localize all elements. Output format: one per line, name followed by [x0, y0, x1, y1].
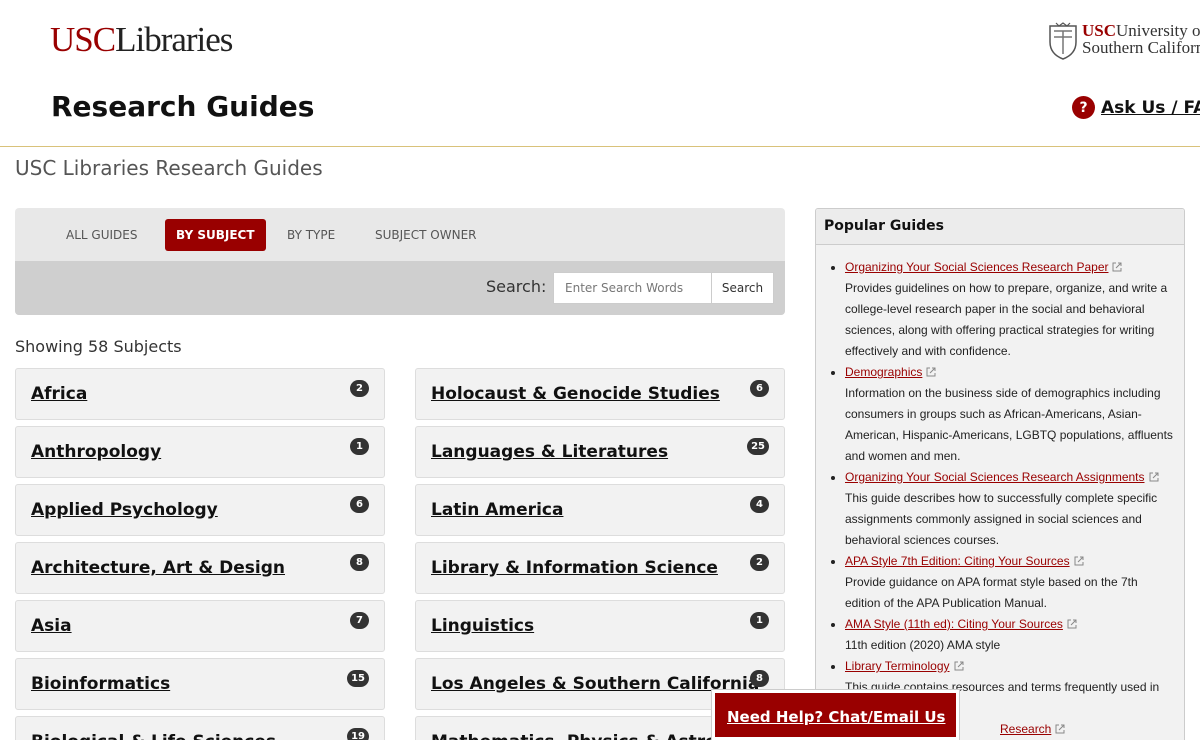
external-link-icon: [1067, 619, 1077, 629]
popular-guides-heading: Popular Guides: [816, 209, 1184, 245]
list-item: Organizing Your Social Sciences Research…: [845, 257, 1174, 362]
external-link-icon: [954, 661, 963, 671]
guide-description: Provides guidelines on how to prepare, o…: [845, 281, 1168, 358]
results-count: Showing 58 Subjects: [15, 337, 182, 356]
guide-count-badge: 8: [750, 670, 769, 687]
subject-card[interactable]: Latin America 4: [415, 484, 785, 536]
external-link-icon: [1074, 556, 1084, 566]
subject-link[interactable]: Latin America: [431, 500, 563, 520]
subject-column-right: Holocaust & Genocide Studies 6 Languages …: [415, 368, 785, 740]
search-bar: Search: Search: [15, 261, 785, 315]
subject-card[interactable]: Languages & Literatures 25: [415, 426, 785, 478]
search-input[interactable]: [553, 272, 712, 304]
guide-description: 11th edition (2020) AMA style: [845, 638, 1001, 652]
subject-link[interactable]: Asia: [31, 616, 72, 636]
subject-link[interactable]: Library & Information Science: [431, 558, 718, 578]
subject-link[interactable]: Biological & Life Sciences: [31, 732, 276, 740]
guide-count-badge: 2: [750, 554, 769, 571]
search-label: Search:: [486, 277, 547, 296]
subject-link[interactable]: Holocaust & Genocide Studies: [431, 384, 720, 404]
chat-email-link[interactable]: Need Help? Chat/Email Us: [727, 708, 945, 726]
subject-column-left: Africa 2 Anthropology 1 Applied Psychology…: [15, 368, 385, 740]
subject-card[interactable]: Asia 7: [15, 600, 385, 652]
tab-by-type[interactable]: BY TYPE: [276, 219, 346, 251]
guide-count-badge: 6: [750, 380, 769, 397]
usc-libraries-logo[interactable]: USCLibraries: [50, 20, 233, 60]
subject-link[interactable]: Los Angeles & Southern California: [431, 674, 759, 694]
tab-bar: ALL GUIDES BY SUBJECT BY TYPE SUBJECT OW…: [15, 208, 785, 261]
subject-card[interactable]: Anthropology 1: [15, 426, 385, 478]
list-item: Organizing Your Social Sciences Research…: [845, 467, 1174, 551]
guide-description: Provide guidance on APA format style bas…: [845, 575, 1138, 610]
guide-count-badge: 25: [747, 438, 769, 455]
subject-link[interactable]: Architecture, Art & Design: [31, 558, 285, 578]
external-link-icon: [1112, 262, 1122, 272]
subject-link[interactable]: Languages & Literatures: [431, 442, 668, 462]
question-circle-icon: ?: [1072, 96, 1095, 119]
guide-count-badge: 8: [350, 554, 369, 571]
guide-count-badge: 7: [350, 612, 369, 629]
guide-count-badge: 1: [350, 438, 369, 455]
univ-line2: Southern California: [1082, 38, 1200, 57]
subject-card[interactable]: Biological & Life Sciences 19: [15, 716, 385, 740]
external-link-icon: [1149, 472, 1158, 482]
popular-guides-panel: Popular Guides Organizing Your Social Sc…: [815, 208, 1185, 740]
subject-link[interactable]: Linguistics: [431, 616, 534, 636]
ask-us-label[interactable]: Ask Us / FAQ: [1101, 98, 1200, 118]
subject-card[interactable]: Holocaust & Genocide Studies 6: [415, 368, 785, 420]
search-button[interactable]: Search: [711, 272, 774, 304]
subject-card[interactable]: Library & Information Science 2: [415, 542, 785, 594]
external-link-icon: [1055, 724, 1065, 734]
external-link-icon: [926, 367, 936, 377]
list-item: APA Style 7th Edition: Citing Your Sourc…: [845, 551, 1174, 614]
chat-help-widget[interactable]: Need Help? Chat/Email Us: [711, 689, 960, 740]
logo-usc: USC: [50, 20, 116, 59]
tab-all-guides[interactable]: ALL GUIDES: [55, 219, 148, 251]
guide-link[interactable]: APA Style 7th Edition: Citing Your Sourc…: [845, 554, 1070, 568]
guide-count-badge: 1: [750, 612, 769, 629]
guide-link[interactable]: AMA Style (11th ed): Citing Your Sources: [845, 617, 1063, 631]
ask-us-link[interactable]: ? Ask Us / FAQ: [1072, 96, 1200, 119]
tab-by-subject[interactable]: BY SUBJECT: [165, 219, 266, 251]
page-title: USC Libraries Research Guides: [15, 156, 323, 180]
site-header: USCLibraries USCUniversity of Southern C…: [0, 0, 1200, 147]
subject-link[interactable]: Bioinformatics: [31, 674, 170, 694]
guide-link[interactable]: Organizing Your Social Sciences Research…: [845, 470, 1145, 484]
section-title[interactable]: Research Guides: [51, 90, 314, 123]
guide-link[interactable]: Demographics: [845, 365, 922, 379]
guide-count-badge: 2: [350, 380, 369, 397]
subject-card[interactable]: Africa 2: [15, 368, 385, 420]
guide-count-badge: 15: [347, 670, 369, 687]
subject-card[interactable]: Architecture, Art & Design 8: [15, 542, 385, 594]
list-item: Demographics Information on the business …: [845, 362, 1174, 467]
guides-filter-panel: ALL GUIDES BY SUBJECT BY TYPE SUBJECT OW…: [15, 208, 785, 315]
guide-description: This guide describes how to successfully…: [845, 491, 1158, 547]
logo-libraries: Libraries: [115, 20, 233, 59]
subject-link[interactable]: Africa: [31, 384, 87, 404]
guide-description: Information on the business side of demo…: [845, 386, 1173, 463]
guide-link[interactable]: Research: [1000, 722, 1051, 736]
subject-link[interactable]: Anthropology: [31, 442, 161, 462]
subject-card[interactable]: Bioinformatics 15: [15, 658, 385, 710]
guide-count-badge: 6: [350, 496, 369, 513]
list-item: AMA Style (11th ed): Citing Your Sources…: [845, 614, 1174, 656]
tab-subject-owner[interactable]: SUBJECT OWNER: [364, 219, 487, 251]
guide-link[interactable]: Organizing Your Social Sciences Research…: [845, 260, 1108, 274]
guide-link[interactable]: Library Terminology: [845, 659, 950, 673]
popular-guides-list: Organizing Your Social Sciences Research…: [816, 245, 1184, 740]
subject-card[interactable]: Linguistics 1: [415, 600, 785, 652]
guide-count-badge: 19: [347, 728, 369, 740]
subject-card[interactable]: Applied Psychology 6: [15, 484, 385, 536]
guide-count-badge: 4: [750, 496, 769, 513]
subject-link[interactable]: Applied Psychology: [31, 500, 218, 520]
usc-seal-icon: [1049, 22, 1077, 60]
